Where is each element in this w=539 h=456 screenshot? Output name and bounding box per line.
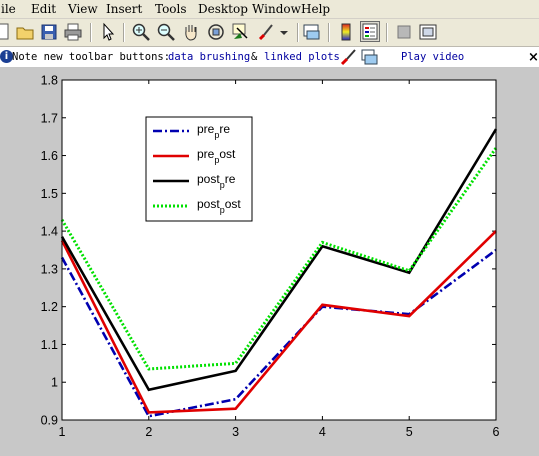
pointer-icon[interactable] — [98, 22, 118, 42]
x-tick-label: 3 — [232, 425, 239, 439]
menu-desktop[interactable]: Desktop — [198, 2, 248, 16]
y-tick-label: 1.8 — [41, 74, 58, 88]
open-folder-icon[interactable] — [15, 22, 35, 42]
y-tick-label: 1.5 — [41, 187, 58, 201]
line-chart: 1 2 3 4 5 60.911.11.21.31.41.51.61.71.8 prepr… — [41, 74, 500, 440]
save-icon[interactable] — [39, 22, 59, 42]
info-note-text: Note new toolbar buttons: — [12, 51, 171, 63]
zoom-out-icon[interactable] — [156, 22, 176, 42]
menu-tools[interactable]: Tools — [155, 2, 187, 16]
play-video-link[interactable]: Play video — [401, 51, 464, 63]
link-plot-icon[interactable] — [302, 22, 322, 42]
data-cursor-icon[interactable] — [231, 22, 251, 42]
legend-label-main: pre — [197, 122, 215, 136]
data-brushing-link[interactable]: data brushing — [168, 51, 250, 63]
figure-toolbar — [0, 19, 539, 47]
menu-insert[interactable]: Insert — [106, 2, 142, 16]
x-tick-label: 4 — [319, 425, 326, 439]
menu-bar: ile Edit View Insert Tools Desktop Windo… — [0, 0, 539, 19]
menu-edit[interactable]: Edit — [31, 2, 56, 16]
linked-plot-link-icon[interactable] — [361, 48, 379, 66]
x-tick-label: 2 — [145, 425, 152, 439]
new-file-icon[interactable] — [0, 22, 13, 42]
legend-label-main: post — [197, 172, 220, 186]
legend-label-main: post — [197, 197, 220, 211]
legend-icon[interactable] — [360, 21, 380, 42]
show-plot-tools-icon[interactable] — [418, 22, 438, 42]
y-tick-label: 0.9 — [41, 414, 58, 428]
pan-hand-icon[interactable] — [181, 22, 201, 42]
linked-plots-link[interactable]: linked plots — [264, 51, 340, 63]
legend[interactable]: prepreprepostpostprepostpost — [145, 116, 253, 222]
y-tick-label: 1 — [51, 376, 58, 390]
y-tick-label: 1.6 — [41, 149, 58, 163]
y-tick-label: 1.2 — [41, 300, 58, 314]
brush-dropdown-icon[interactable] — [278, 22, 290, 42]
colorbar-icon[interactable] — [336, 22, 356, 42]
y-tick-label: 1.1 — [41, 338, 58, 352]
hide-plot-tools-icon[interactable] — [394, 22, 414, 42]
info-bar: i Note new toolbar buttons: data brushin… — [0, 47, 539, 68]
x-tick-label: 5 — [406, 425, 413, 439]
legend-label-main: pre — [197, 147, 215, 161]
brush-icon[interactable] — [256, 22, 276, 42]
y-tick-label: 1.7 — [41, 111, 58, 125]
figure-canvas: 1 2 3 4 5 6 0.9 1 1.1 1.2 1.3 1.4 1.5 1.6 1.7 1.8 prepr… — [0, 68, 539, 452]
menu-file[interactable]: ile — [1, 2, 16, 16]
y-tick-label: 1.3 — [41, 262, 58, 276]
legend-label-tail: ost — [225, 197, 242, 211]
print-icon[interactable] — [63, 22, 83, 42]
menu-help[interactable]: Help — [301, 2, 330, 16]
x-tick-label: 1 — [59, 425, 66, 439]
menu-view[interactable]: View — [68, 2, 98, 16]
close-infobar-icon[interactable]: × — [528, 50, 539, 65]
rotate-3d-icon[interactable] — [206, 22, 226, 42]
zoom-in-icon[interactable] — [131, 22, 151, 42]
brush-link-icon[interactable] — [340, 48, 358, 66]
legend-label-tail: re — [219, 122, 230, 136]
ampersand-text: & — [251, 51, 258, 63]
menu-window[interactable]: Window — [252, 2, 301, 16]
x-tick-label: 6 — [493, 425, 500, 439]
legend-label-tail: re — [225, 172, 236, 186]
legend-label-tail: ost — [219, 147, 236, 161]
y-tick-label: 1.4 — [41, 225, 58, 239]
